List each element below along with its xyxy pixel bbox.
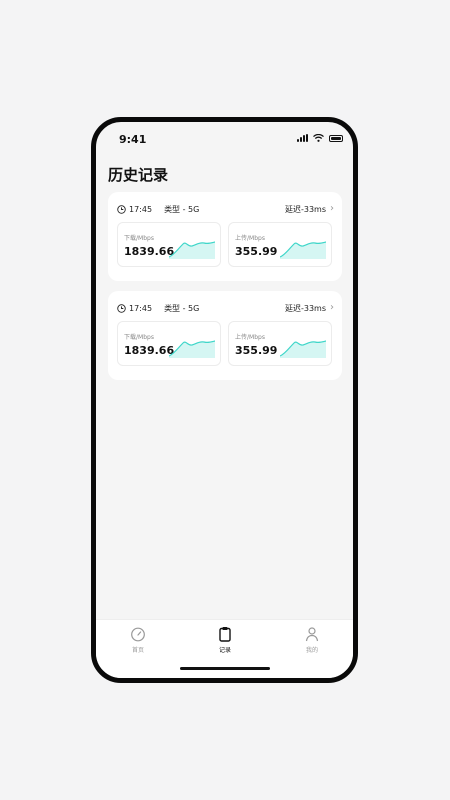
history-record-card[interactable]: 17:45 类型 - 5G 延迟-33ms › 下载/Mbps 1839.66 … [108, 192, 342, 281]
download-sparkline [169, 241, 215, 259]
tab-records[interactable]: 记录 [195, 626, 255, 654]
speedometer-icon [131, 627, 145, 642]
upload-metric: 上传/Mbps 355.99 [228, 222, 332, 267]
person-icon [305, 627, 319, 642]
record-network-type: 类型 - 5G [164, 303, 200, 313]
record-time: 17:45 [129, 303, 153, 313]
download-value: 1839.66 [124, 245, 175, 258]
bottom-tab-bar: 首页 记录 我的 [96, 619, 353, 678]
cellular-signal-icon [297, 134, 308, 142]
status-bar: 9:41 [96, 122, 353, 158]
tab-home[interactable]: 首页 [108, 626, 168, 654]
upload-label: 上传/Mbps [235, 334, 265, 341]
upload-label: 上传/Mbps [235, 235, 265, 242]
clock-icon [117, 204, 126, 214]
download-label: 下载/Mbps [124, 334, 154, 341]
chevron-right-icon[interactable]: › [330, 204, 334, 214]
clock-icon [117, 303, 126, 313]
record-header: 17:45 类型 - 5G 延迟-33ms › [117, 202, 334, 216]
download-metric: 下载/Mbps 1839.66 [117, 321, 221, 366]
clipboard-icon [219, 627, 231, 642]
record-time: 17:45 [129, 204, 153, 214]
download-label: 下载/Mbps [124, 235, 154, 242]
tab-profile[interactable]: 我的 [282, 626, 342, 654]
wifi-icon [313, 134, 324, 142]
download-value: 1839.66 [124, 344, 175, 357]
home-indicator [179, 667, 270, 670]
upload-sparkline [280, 241, 326, 259]
tab-home-label: 首页 [131, 647, 144, 654]
history-record-card[interactable]: 17:45 类型 - 5G 延迟-33ms › 下载/Mbps 1839.66 … [108, 291, 342, 380]
upload-value: 355.99 [235, 344, 278, 357]
record-header: 17:45 类型 - 5G 延迟-33ms › [117, 301, 334, 315]
status-icons [297, 134, 343, 142]
upload-sparkline [280, 340, 326, 358]
upload-metric: 上传/Mbps 355.99 [228, 321, 332, 366]
upload-value: 355.99 [235, 245, 278, 258]
battery-icon [329, 134, 343, 142]
tab-profile-label: 我的 [305, 647, 318, 654]
record-latency: 延迟-33ms [284, 204, 326, 214]
record-network-type: 类型 - 5G [164, 204, 200, 214]
download-metric: 下载/Mbps 1839.66 [117, 222, 221, 267]
status-time: 9:41 [119, 133, 147, 146]
page-title: 历史记录 [108, 166, 169, 184]
download-sparkline [169, 340, 215, 358]
record-latency: 延迟-33ms [284, 303, 326, 313]
phone-frame: 9:41 历史记录 17:45 类型 - 5G 延迟-33ms › 下载/Mbp… [91, 117, 358, 683]
tab-records-label: 记录 [218, 647, 231, 654]
chevron-right-icon[interactable]: › [330, 303, 334, 313]
